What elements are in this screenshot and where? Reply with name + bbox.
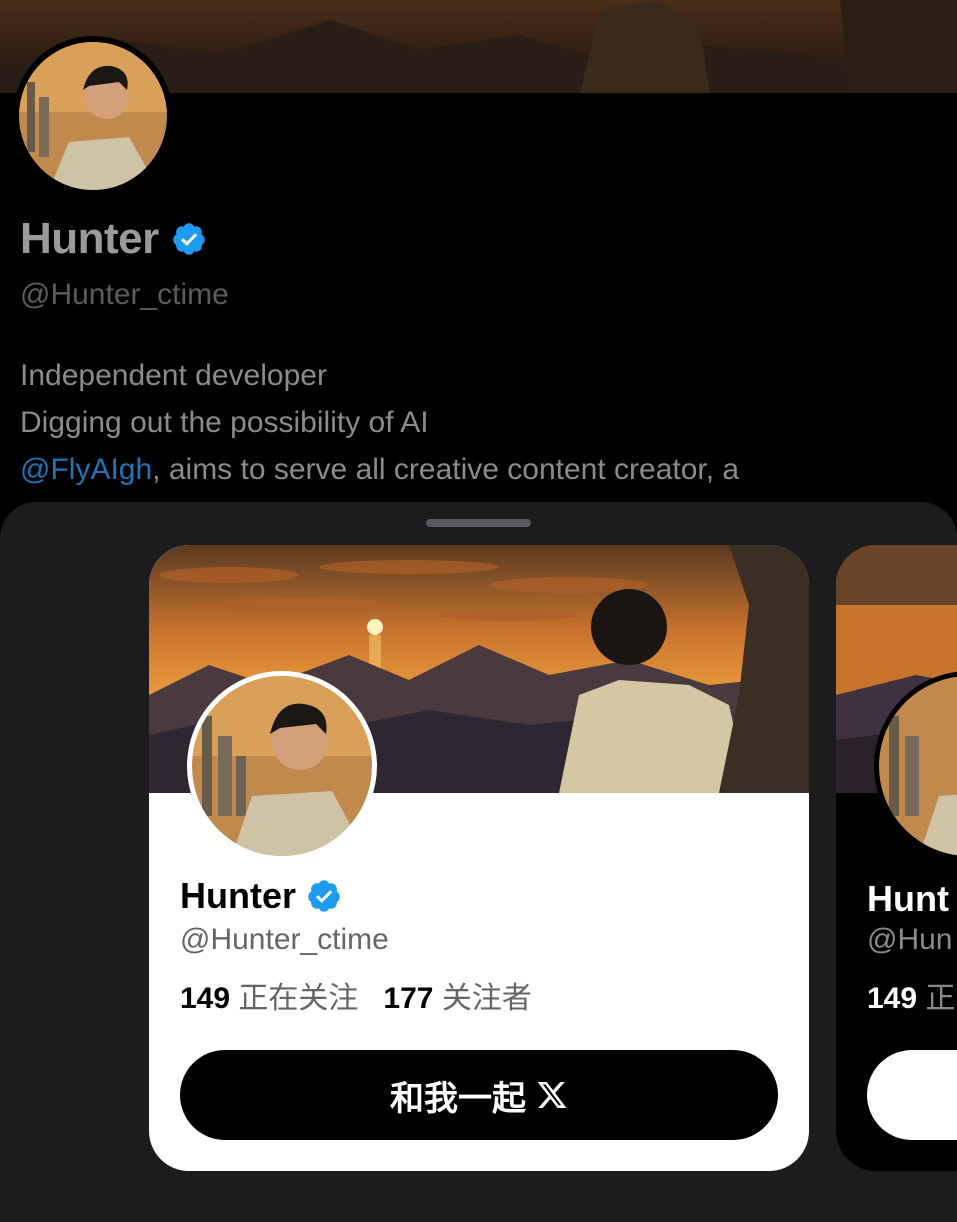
share-sheet: Hunter @Hunter_ctime 149 正在关注 177 关注者 和我… [0, 502, 957, 1222]
card-stats: 149 正在关注 177 关注者 [180, 973, 532, 1017]
bio-line: @FlyAIgh, aims to serve all creative con… [20, 446, 739, 493]
profile-bio: Independent developer Digging out the po… [20, 352, 739, 493]
bio-line: Independent developer [20, 359, 327, 392]
card-handle: @Hunter_ctime [180, 923, 389, 956]
x-logo-icon [536, 1079, 568, 1111]
card-name: Hunt [867, 878, 949, 919]
bio-line: Digging out the possibility of AI [20, 406, 429, 439]
following-label: 正在关注 [238, 982, 359, 1015]
profile-card[interactable]: Hunter @Hunter_ctime 149 正在关注 177 关注者 和我… [149, 545, 809, 1171]
profile-handle: @Hunter_ctime [20, 278, 229, 311]
following-count: 149 [180, 982, 231, 1015]
card-handle: @Hun [867, 923, 953, 956]
profile-card-dark[interactable]: Hunt @Hun 149 正 [836, 545, 957, 1171]
sheet-grabber[interactable] [426, 519, 531, 527]
join-me-button[interactable]: 和我一起 [180, 1050, 778, 1140]
profile-name: Hunter [20, 214, 207, 264]
join-me-button[interactable] [867, 1050, 957, 1140]
profile-name-text: Hunter [20, 214, 159, 263]
followers-count: 177 [383, 982, 434, 1015]
following-label: 正 [925, 982, 956, 1015]
mention-link[interactable]: @FlyAIgh [20, 453, 152, 486]
followers-label: 关注者 [441, 982, 532, 1015]
verified-badge-icon [306, 878, 342, 914]
following-count: 149 [867, 982, 918, 1015]
card-name: Hunter [180, 875, 342, 917]
bio-text: , aims to serve all creative content cre… [152, 453, 740, 486]
card-name-text: Hunter [180, 875, 296, 916]
card-stats: 149 正 [867, 973, 955, 1017]
verified-badge-icon [171, 221, 207, 257]
card-avatar [187, 671, 377, 861]
profile-avatar[interactable] [13, 36, 173, 196]
join-me-label: 和我一起 [390, 1079, 526, 1118]
